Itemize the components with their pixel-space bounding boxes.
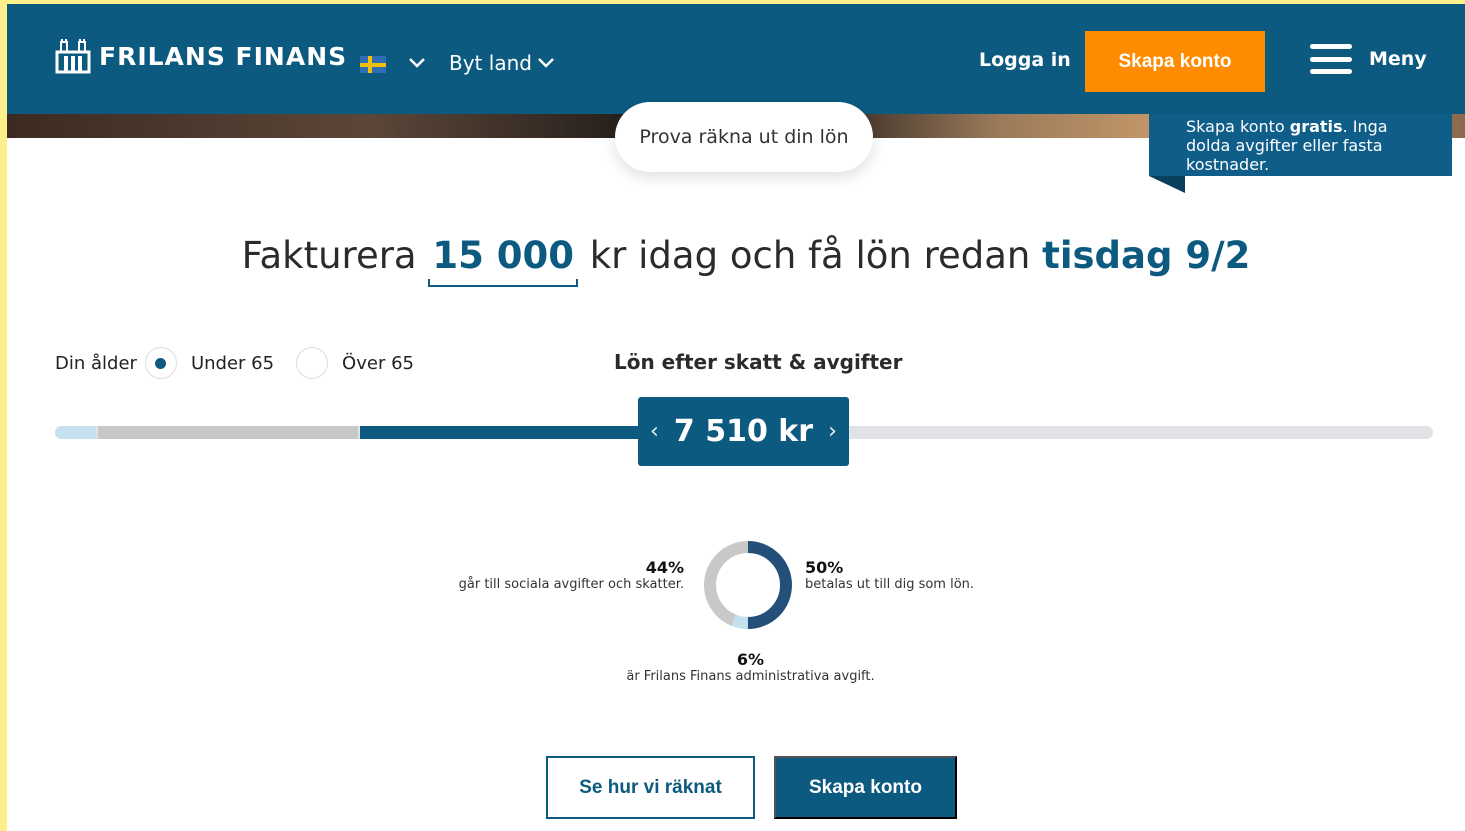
page-headline: Fakturera 15 000 kr idag och få lön reda… (7, 234, 1465, 287)
menu-button[interactable]: Meny (1310, 44, 1427, 74)
age-under-65-radio[interactable] (144, 347, 177, 379)
slider-segment-salary (360, 426, 648, 439)
salary-stat: 50% betalas ut till dig som lön. (805, 558, 974, 592)
slider-segment-admin-fee (55, 426, 97, 439)
age-over-65-label[interactable]: Över 65 (342, 353, 414, 374)
sweden-flag-icon[interactable] (360, 56, 386, 73)
salary-value: 7 510 kr (673, 414, 814, 449)
menu-label: Meny (1369, 48, 1427, 70)
login-link[interactable]: Logga in (979, 49, 1071, 71)
salary-text: betalas ut till dig som lön. (805, 577, 975, 592)
breakdown-donut-chart (704, 541, 792, 629)
headline-prefix: Fakturera (241, 234, 429, 277)
headline-middle: kr idag och få lön redan (577, 234, 1043, 277)
chevron-down-icon[interactable] (537, 57, 555, 69)
invoice-amount-input[interactable]: 15 000 (428, 234, 578, 287)
hamburger-icon (1310, 44, 1352, 74)
see-calculation-button[interactable]: Se hur vi räknat (546, 756, 755, 819)
logo-text: FRILANS FINANS (99, 41, 348, 71)
fee-stat: 6% är Frilans Finans administrativa avgi… (7, 650, 1465, 684)
calculator-tab[interactable]: Prova räkna ut din lön (615, 102, 873, 172)
taxes-stat: 44% går till sociala avgifter och skatte… (459, 558, 684, 592)
taxes-percent: 44% (645, 558, 684, 577)
chevron-right-icon[interactable]: › (828, 419, 837, 444)
salary-percent: 50% (805, 558, 844, 577)
slider-segment-taxes (98, 426, 359, 439)
create-account-button-bottom[interactable]: Skapa konto (774, 756, 957, 819)
site-header: FRILANS FINANS Byt land Logga in Skapa k… (7, 4, 1465, 114)
fee-percent: 6% (736, 650, 765, 669)
logo[interactable]: FRILANS FINANS (55, 36, 347, 76)
age-selector: Din ålder Under 65 Över 65 (55, 347, 436, 379)
create-account-button[interactable]: Skapa konto (1085, 31, 1265, 92)
promo-fold (1149, 176, 1185, 193)
salary-label: Lön efter skatt & avgifter (614, 350, 903, 374)
promo-banner: Skapa konto gratis. Inga dolda avgifter … (1149, 114, 1452, 176)
age-over-65-radio[interactable] (296, 347, 329, 379)
age-under-65-label[interactable]: Under 65 (191, 353, 274, 374)
taxes-text: går till sociala avgifter och skatter. (458, 577, 684, 592)
salary-slider-handle[interactable]: ‹ 7 510 kr › (638, 397, 849, 466)
promo-bold-text: gratis (1289, 116, 1343, 136)
page: FRILANS FINANS Byt land Logga in Skapa k… (7, 4, 1465, 831)
promo-text: Skapa konto (1186, 116, 1290, 136)
castle-logo-icon (55, 38, 91, 74)
age-label: Din ålder (55, 352, 137, 374)
chevron-down-icon[interactable] (408, 57, 426, 69)
chevron-left-icon[interactable]: ‹ (650, 419, 659, 444)
fee-text: är Frilans Finans administrativa avgift. (626, 669, 875, 684)
change-country-label[interactable]: Byt land (449, 51, 532, 75)
pay-date: tisdag 9/2 (1042, 234, 1251, 277)
